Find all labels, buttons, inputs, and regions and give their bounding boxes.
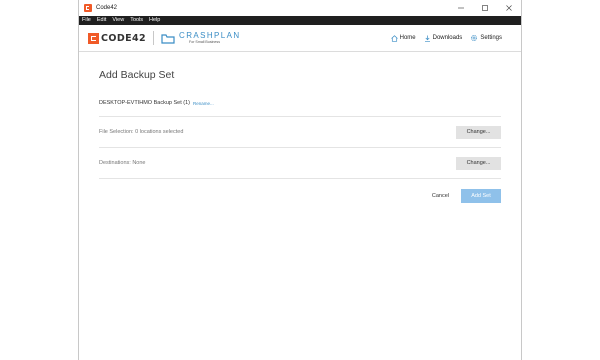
menu-bar: File Edit View Tools Help xyxy=(79,16,521,25)
menu-view[interactable]: View xyxy=(112,16,124,25)
logo-divider xyxy=(153,31,155,45)
destinations-label: Destinations: None xyxy=(99,160,146,166)
close-button[interactable] xyxy=(497,0,521,16)
app-logo-icon xyxy=(84,4,92,12)
title-bar: Code42 xyxy=(79,0,521,16)
code42-logo: CODE42 xyxy=(88,32,147,44)
app-header: CODE42 CRASHPLAN For Small Business Home xyxy=(79,25,521,52)
code42-wordmark: CODE42 xyxy=(101,32,147,44)
maximize-button[interactable] xyxy=(473,0,497,16)
cancel-button[interactable]: Cancel xyxy=(432,193,449,199)
main-content: Add Backup Set DESKTOP-EVTIHMO Backup Se… xyxy=(79,68,521,203)
add-set-button[interactable]: Add Set xyxy=(461,189,501,203)
minimize-button[interactable] xyxy=(449,0,473,16)
close-icon xyxy=(506,5,512,11)
file-selection-row: File Selection: 0 locations selected Cha… xyxy=(99,117,501,147)
dialog-actions: Cancel Add Set xyxy=(99,189,501,203)
crashplan-logo: CRASHPLAN For Small Business xyxy=(161,30,241,45)
change-file-selection-button[interactable]: Change... xyxy=(456,125,501,139)
home-icon xyxy=(390,34,398,42)
nav-home[interactable]: Home xyxy=(390,34,416,42)
menu-file[interactable]: File xyxy=(82,16,91,25)
window-title: Code42 xyxy=(96,5,118,11)
change-destinations-button[interactable]: Change... xyxy=(456,156,501,170)
crashplan-tagline: For Small Business xyxy=(189,39,221,44)
destinations-row: Destinations: None Change... xyxy=(99,148,501,178)
nav-settings-label: Settings xyxy=(480,35,502,41)
gear-icon xyxy=(471,35,478,41)
code42-mark-icon xyxy=(88,32,99,44)
nav-home-label: Home xyxy=(399,35,416,41)
divider xyxy=(99,178,501,179)
backup-set-name: DESKTOP-EVTIHMO Backup Set (1) xyxy=(99,100,190,106)
download-icon xyxy=(424,35,430,42)
nav-downloads-label: Downloads xyxy=(432,35,463,41)
menu-help[interactable]: Help xyxy=(149,16,160,25)
rename-link[interactable]: Rename... xyxy=(193,101,214,106)
nav-downloads[interactable]: Downloads xyxy=(424,35,463,42)
nav-settings[interactable]: Settings xyxy=(470,34,502,42)
window-controls xyxy=(449,0,521,16)
menu-tools[interactable]: Tools xyxy=(130,16,143,25)
crashplan-wordmark: CRASHPLAN xyxy=(179,30,241,40)
file-selection-label: File Selection: 0 locations selected xyxy=(99,129,184,135)
minimize-icon xyxy=(458,7,464,9)
crashplan-mark-icon xyxy=(161,33,175,44)
backup-set-name-row: DESKTOP-EVTIHMO Backup Set (1) Rename... xyxy=(99,98,501,108)
app-window: Code42 File Edit View Tools Help CODE42 xyxy=(78,0,522,360)
maximize-icon xyxy=(482,5,488,11)
top-nav: Home Downloads Settings xyxy=(383,25,502,51)
page-title: Add Backup Set xyxy=(99,69,175,81)
menu-edit[interactable]: Edit xyxy=(97,16,106,25)
